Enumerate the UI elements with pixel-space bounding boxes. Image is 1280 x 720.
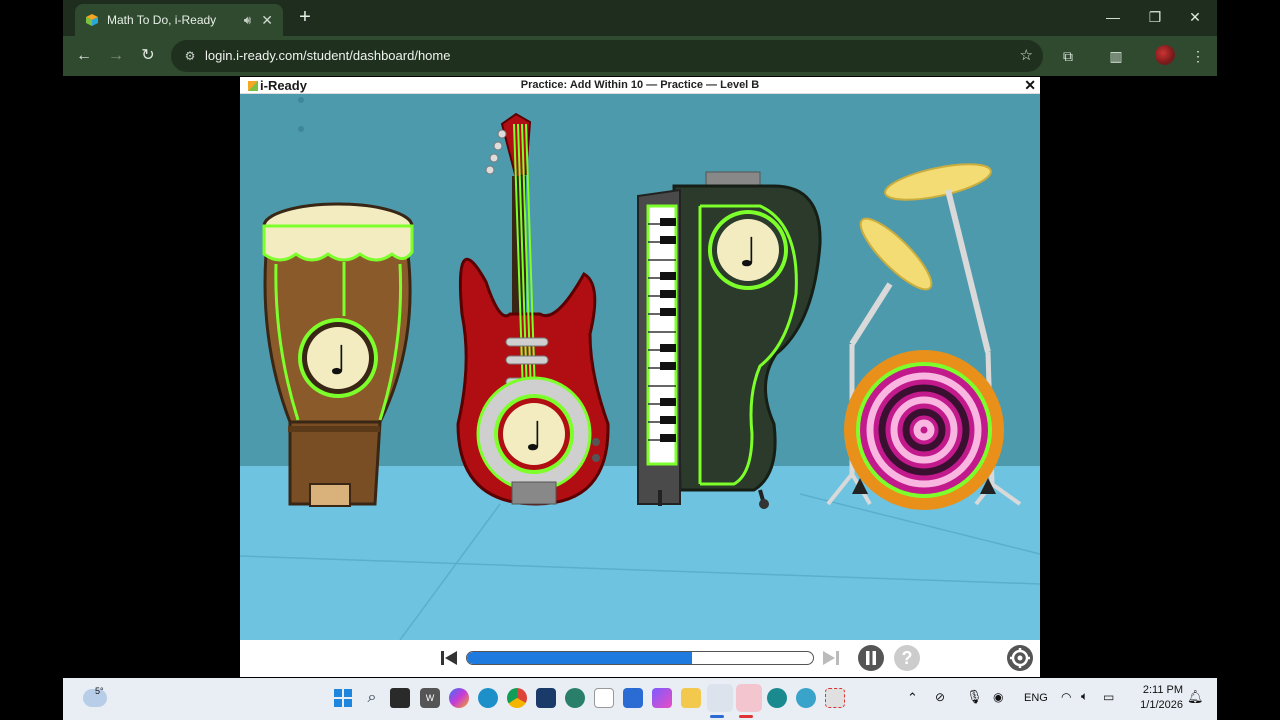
- battery-icon[interactable]: ▭: [1103, 690, 1114, 704]
- location-icon[interactable]: ◉: [993, 690, 1003, 704]
- app-icon-3[interactable]: [796, 688, 816, 708]
- tab-strip: Math To Do, i-Ready 🔊︎ ✕ + — ❐ ✕: [63, 0, 1217, 36]
- notifications-icon[interactable]: 🔔︎: [1187, 689, 1204, 705]
- extensions-icon[interactable]: ⧉: [1055, 44, 1081, 68]
- chrome-icon[interactable]: [507, 688, 527, 708]
- reading-mode-icon[interactable]: ▥: [1103, 44, 1129, 68]
- next-icon[interactable]: [822, 649, 840, 667]
- url-text[interactable]: login.i-ready.com/student/dashboard/home: [205, 48, 450, 63]
- store-icon[interactable]: [536, 688, 556, 708]
- previous-icon[interactable]: [440, 649, 458, 667]
- pause-icon[interactable]: [858, 645, 884, 671]
- microphone-icon[interactable]: 🎙︎: [966, 689, 983, 705]
- snipping-tool-icon[interactable]: [825, 688, 845, 708]
- settings-gear-icon[interactable]: [1007, 645, 1033, 671]
- task-view-icon[interactable]: [390, 688, 410, 708]
- active-indicator-2: [739, 715, 753, 718]
- show-hidden-icons[interactable]: ⌃: [907, 690, 918, 706]
- help-icon[interactable]: ?: [894, 645, 920, 671]
- lesson-title: Practice: Add Within 10 — Practice — Lev…: [520, 79, 760, 91]
- lesson-player: i-Ready Practice: Add Within 10 — Practi…: [240, 77, 1040, 677]
- file-explorer-icon[interactable]: [681, 688, 701, 708]
- skype-icon[interactable]: [736, 684, 762, 712]
- forward-button[interactable]: →: [103, 44, 129, 68]
- player-close-button[interactable]: ✕: [1024, 77, 1036, 94]
- search-icon[interactable]: ⌕: [362, 688, 382, 708]
- screen: Math To Do, i-Ready 🔊︎ ✕ + — ❐ ✕ ← → ↻ ⚙…: [0, 0, 1280, 720]
- windows-taskbar: 5° ⌕ W ⌃ ⊘ 🎙︎ ◉ ENG ◠ 🔈︎ ▭ 2:11 PM 1/1/2…: [63, 678, 1217, 720]
- tab-math-to-do[interactable]: Math To Do, i-Ready 🔊︎ ✕: [75, 4, 283, 36]
- browser-window: Math To Do, i-Ready 🔊︎ ✕ + — ❐ ✕ ← → ↻ ⚙…: [63, 0, 1217, 678]
- site-info-icon[interactable]: ⚙︎: [179, 46, 201, 66]
- notepad-icon[interactable]: [594, 688, 614, 708]
- network-off-icon[interactable]: ⊘: [935, 690, 945, 704]
- copilot-icon[interactable]: [449, 688, 469, 708]
- speaker-icon[interactable]: 🔊︎: [244, 13, 252, 28]
- language-indicator[interactable]: ENG: [1024, 692, 1048, 704]
- start-icon[interactable]: [333, 688, 353, 708]
- note-icon: ♩: [525, 414, 544, 460]
- menu-icon[interactable]: ⋮: [1185, 44, 1211, 68]
- back-button[interactable]: ←: [71, 44, 97, 68]
- tab-close-icon[interactable]: ✕: [261, 12, 273, 29]
- globe-app-icon[interactable]: [565, 688, 585, 708]
- player-header: i-Ready Practice: Add Within 10 — Practi…: [240, 77, 1040, 94]
- bookmark-star-icon[interactable]: ☆: [1020, 46, 1033, 64]
- edge-icon[interactable]: [478, 688, 498, 708]
- page-content: i-Ready Practice: Add Within 10 — Practi…: [63, 76, 1217, 678]
- profile-avatar[interactable]: [1155, 45, 1175, 65]
- clock-time[interactable]: 2:11 PM: [1139, 684, 1183, 696]
- active-indicator: [710, 715, 724, 718]
- new-tab-button[interactable]: +: [293, 6, 317, 30]
- note-icon: ♩: [329, 338, 348, 384]
- lesson-progress-bar: [466, 651, 814, 665]
- weather-temp: 5°: [95, 686, 104, 696]
- app-icon-2[interactable]: [767, 688, 787, 708]
- outlook-icon[interactable]: [623, 688, 643, 708]
- window-close-button[interactable]: ✕: [1175, 6, 1215, 28]
- player-controls: ?: [240, 640, 1040, 677]
- app-icon[interactable]: [652, 688, 672, 708]
- lesson-progress-fill: [467, 652, 692, 664]
- note-icon: ♩: [739, 230, 758, 276]
- minimize-button[interactable]: —: [1093, 6, 1133, 28]
- tab-title: Math To Do, i-Ready: [107, 13, 217, 27]
- lesson-scene: ♩ ♩ ♩: [240, 94, 1040, 640]
- widgets-icon[interactable]: W: [420, 688, 440, 708]
- chrome-active-icon[interactable]: [707, 684, 733, 712]
- iready-favicon-icon: [86, 14, 98, 26]
- reload-button[interactable]: ↻: [135, 44, 161, 68]
- clock-date[interactable]: 1/1/2026: [1131, 699, 1183, 711]
- volume-icon[interactable]: 🔈︎: [1081, 689, 1088, 704]
- wifi-icon[interactable]: ◠: [1061, 690, 1071, 704]
- browser-toolbar: ← → ↻ ⚙︎ login.i-ready.com/student/dashb…: [63, 36, 1217, 76]
- instrument-scene: ♩ ♩ ♩: [240, 94, 1040, 640]
- restore-button[interactable]: ❐: [1135, 6, 1175, 28]
- address-bar[interactable]: ⚙︎ login.i-ready.com/student/dashboard/h…: [171, 40, 1043, 72]
